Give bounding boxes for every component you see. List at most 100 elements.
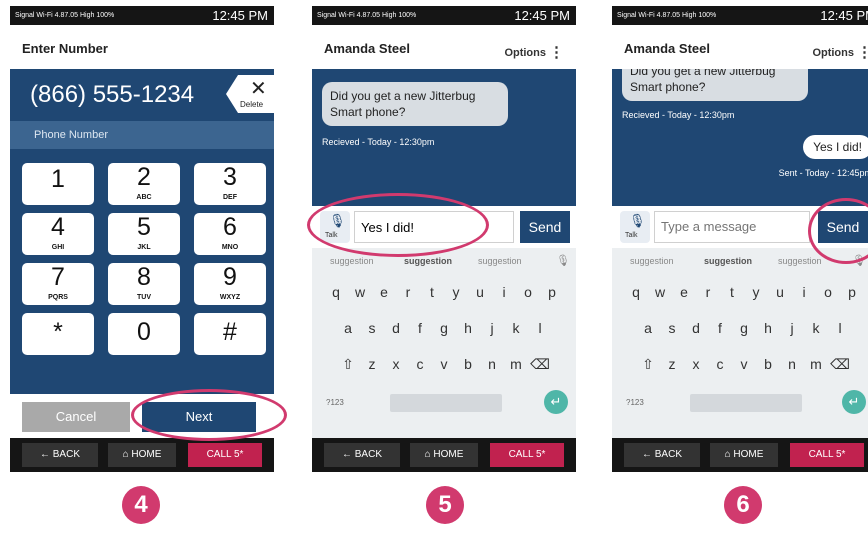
message-input[interactable]	[654, 211, 810, 243]
key-9[interactable]: 9 WXYZ	[194, 263, 266, 305]
key-6[interactable]: 6 MNO	[194, 213, 266, 255]
key-3[interactable]: 3 DEF	[194, 163, 266, 205]
keyboard: qwertyuiop asdfghjkl ⇧ z x c v b n m ⌫ ?123 ↵	[312, 274, 576, 438]
shift-icon[interactable]: ⇧	[636, 356, 660, 373]
key[interactable]: u	[468, 284, 492, 300]
key[interactable]: g	[432, 320, 456, 336]
key-hash[interactable]: #	[194, 313, 266, 355]
key[interactable]: c	[408, 356, 432, 372]
key[interactable]: o	[816, 284, 840, 300]
suggestion[interactable]: suggestion	[330, 256, 374, 266]
microphone-icon[interactable]: 🎙	[556, 254, 570, 267]
key[interactable]: y	[444, 284, 468, 300]
suggestion[interactable]: suggestion	[704, 256, 752, 266]
key[interactable]: u	[768, 284, 792, 300]
key[interactable]: e	[672, 284, 696, 300]
key-5[interactable]: 5 JKL	[108, 213, 180, 255]
suggestion[interactable]: suggestion	[630, 256, 674, 266]
key[interactable]: s	[660, 320, 684, 336]
key[interactable]: t	[720, 284, 744, 300]
key[interactable]: h	[456, 320, 480, 336]
key[interactable]: d	[384, 320, 408, 336]
send-button[interactable]: Send	[520, 211, 570, 243]
key[interactable]: d	[684, 320, 708, 336]
key[interactable]: x	[384, 356, 408, 372]
key[interactable]: v	[432, 356, 456, 372]
symbols-key[interactable]: ?123	[626, 398, 644, 407]
key[interactable]: n	[480, 356, 504, 372]
key[interactable]: f	[408, 320, 432, 336]
key-1[interactable]: 1	[22, 163, 94, 205]
symbols-key[interactable]: ?123	[326, 398, 344, 407]
backspace-icon[interactable]: ⌫	[828, 356, 852, 373]
highlight-input	[307, 193, 489, 257]
key[interactable]: b	[456, 356, 480, 372]
key[interactable]: i	[792, 284, 816, 300]
back-button[interactable]: ← BACK	[624, 443, 700, 467]
key[interactable]: m	[804, 356, 828, 372]
key[interactable]: k	[804, 320, 828, 336]
key[interactable]: b	[756, 356, 780, 372]
key-0[interactable]: 0	[108, 313, 180, 355]
key[interactable]: x	[684, 356, 708, 372]
key[interactable]: y	[744, 284, 768, 300]
call-button[interactable]: CALL 5*	[188, 443, 262, 467]
space-bar[interactable]	[390, 394, 502, 412]
key-row-1: qwertyuiop	[612, 284, 868, 300]
key[interactable]: q	[624, 284, 648, 300]
home-button[interactable]: ⌂ HOME	[410, 443, 478, 467]
key[interactable]: g	[732, 320, 756, 336]
key-7[interactable]: 7 PQRS	[22, 263, 94, 305]
key[interactable]: r	[696, 284, 720, 300]
key[interactable]: p	[840, 284, 864, 300]
key-star[interactable]: *	[22, 313, 94, 355]
space-bar[interactable]	[690, 394, 802, 412]
key[interactable]: c	[708, 356, 732, 372]
suggestion[interactable]: suggestion	[404, 256, 452, 266]
call-button[interactable]: CALL 5*	[790, 443, 864, 467]
key-8[interactable]: 8 TUV	[108, 263, 180, 305]
key[interactable]: t	[420, 284, 444, 300]
call-button[interactable]: CALL 5*	[490, 443, 564, 467]
key[interactable]: q	[324, 284, 348, 300]
key-2[interactable]: 2 ABC	[108, 163, 180, 205]
key[interactable]: z	[360, 356, 384, 372]
key[interactable]: l	[528, 320, 552, 336]
back-button[interactable]: ← BACK	[22, 443, 98, 467]
suggestion[interactable]: suggestion	[478, 256, 522, 266]
key[interactable]: w	[648, 284, 672, 300]
key[interactable]: j	[480, 320, 504, 336]
enter-icon[interactable]: ↵	[842, 390, 866, 414]
key[interactable]: p	[540, 284, 564, 300]
talk-button[interactable]: 🎙 Talk	[620, 211, 650, 243]
home-button[interactable]: ⌂ HOME	[108, 443, 176, 467]
key[interactable]: l	[828, 320, 852, 336]
key[interactable]: v	[732, 356, 756, 372]
key[interactable]: k	[504, 320, 528, 336]
key[interactable]: h	[756, 320, 780, 336]
key[interactable]: j	[780, 320, 804, 336]
key[interactable]: a	[336, 320, 360, 336]
back-button[interactable]: ← BACK	[324, 443, 400, 467]
key[interactable]: e	[372, 284, 396, 300]
options-menu[interactable]: Options ⋮	[504, 42, 564, 61]
key[interactable]: m	[504, 356, 528, 372]
options-menu[interactable]: Options ⋮	[812, 42, 868, 61]
enter-icon[interactable]: ↵	[544, 390, 568, 414]
key[interactable]: r	[396, 284, 420, 300]
key[interactable]: i	[492, 284, 516, 300]
key[interactable]: s	[360, 320, 384, 336]
key[interactable]: z	[660, 356, 684, 372]
key[interactable]: f	[708, 320, 732, 336]
cancel-button[interactable]: Cancel	[22, 402, 130, 432]
key[interactable]: w	[348, 284, 372, 300]
key-4[interactable]: 4 GHI	[22, 213, 94, 255]
suggestion[interactable]: suggestion	[778, 256, 822, 266]
shift-icon[interactable]: ⇧	[336, 356, 360, 373]
home-button[interactable]: ⌂ HOME	[710, 443, 778, 467]
key[interactable]: a	[636, 320, 660, 336]
key[interactable]: o	[516, 284, 540, 300]
key[interactable]: n	[780, 356, 804, 372]
delete-button[interactable]: ✕ Delete	[226, 75, 274, 113]
backspace-icon[interactable]: ⌫	[528, 356, 552, 373]
